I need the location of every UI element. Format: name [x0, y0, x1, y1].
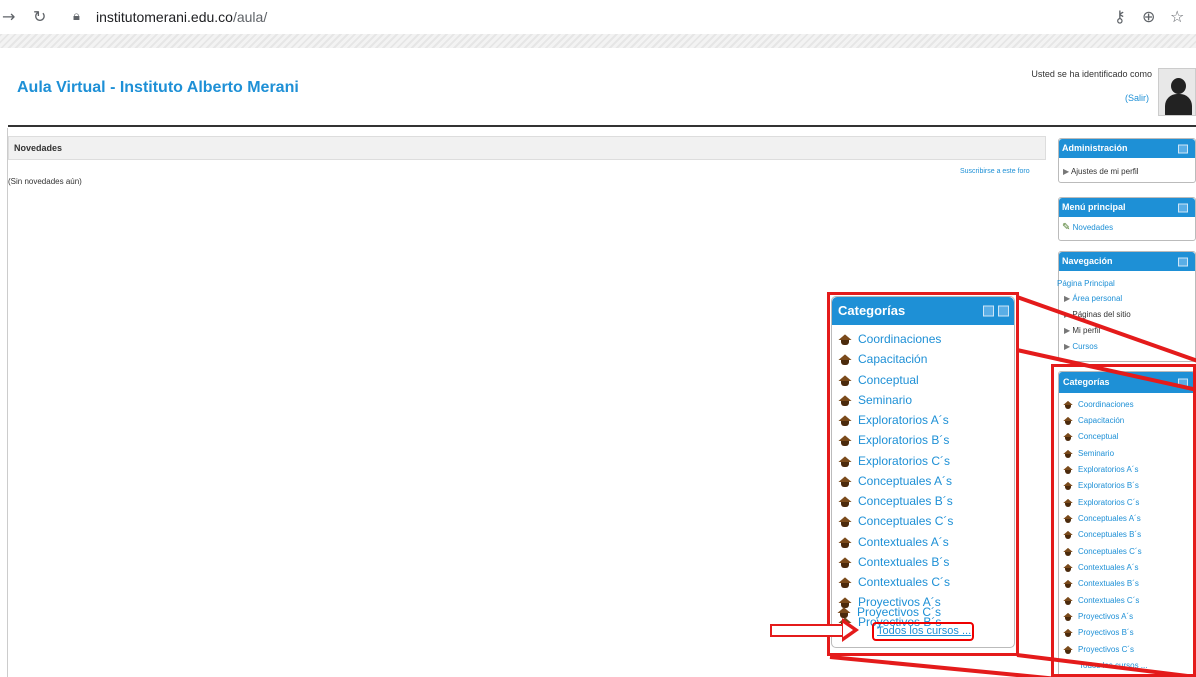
main-menu-title: Menú principal	[1062, 202, 1126, 212]
url-domain: institutomerani.edu.co	[96, 9, 233, 25]
header-stripe	[0, 34, 1196, 48]
browser-toolbar: → ↻ 🔒︎ institutomerani.edu.co/aula/ ⚷ ⊕ …	[0, 0, 1196, 34]
header-divider	[8, 125, 1196, 127]
forum-icon: ✎	[1062, 222, 1071, 233]
back-arrow-icon[interactable]: →	[2, 8, 15, 26]
annotation-connector-line	[829, 655, 1055, 677]
navigation-title: Navegación	[1062, 256, 1113, 266]
collapse-icon[interactable]	[1178, 144, 1188, 153]
site-title[interactable]: Aula Virtual - Instituto Alberto Merani	[17, 79, 299, 97]
main-menu-header: Menú principal	[1059, 198, 1195, 217]
collapse-icon[interactable]	[1178, 257, 1188, 266]
navigation-header: Navegación	[1059, 252, 1195, 271]
page: → ↻ 🔒︎ institutomerani.edu.co/aula/ ⚷ ⊕ …	[0, 0, 1196, 677]
menu-item-news[interactable]: ✎ Novedades	[1062, 222, 1113, 233]
avatar-head-icon	[1171, 78, 1186, 94]
annotation-highlight-box	[1051, 364, 1196, 677]
navigation-block: Navegación Página Principal ▶ Área perso…	[1057, 251, 1196, 362]
annotation-highlight-box	[827, 292, 1019, 656]
collapse-icon[interactable]	[1178, 203, 1188, 212]
admin-block-title: Administración	[1062, 143, 1128, 153]
nav-item-courses[interactable]: ▶ Cursos	[1064, 342, 1098, 351]
main-menu-block: Menú principal ✎ Novedades	[1058, 197, 1196, 241]
address-bar[interactable]: institutomerani.edu.co/aula/	[96, 9, 267, 25]
star-icon[interactable]: ☆	[1170, 8, 1184, 26]
logout-link[interactable]: (Salir)	[1125, 93, 1149, 103]
no-news-text: (Sin novedades aún)	[8, 177, 82, 186]
nav-item-dashboard[interactable]: ▶ Área personal	[1064, 294, 1122, 303]
expand-triangle-icon: ▶	[1064, 326, 1071, 335]
admin-item-profile-settings[interactable]: ▶ Ajustes de mi perfil	[1063, 167, 1139, 176]
admin-block: Administración ▶ Ajustes de mi perfil	[1058, 138, 1196, 183]
subscribe-link[interactable]: Suscribirse a este foro	[960, 168, 1030, 175]
news-title: Novedades	[14, 143, 63, 153]
avatar[interactable]	[1158, 68, 1196, 116]
expand-triangle-icon: ▶	[1064, 294, 1071, 303]
zoom-icon[interactable]: ⊕	[1142, 8, 1155, 26]
annotation-arrow-icon	[770, 624, 844, 637]
news-header: Novedades	[8, 136, 1046, 160]
lock-icon[interactable]: 🔒︎	[73, 8, 80, 26]
expand-triangle-icon: ▶	[1064, 342, 1071, 351]
url-path: /aula/	[232, 9, 268, 25]
key-icon[interactable]: ⚷	[1114, 8, 1126, 26]
reload-icon[interactable]: ↻	[33, 8, 46, 26]
admin-block-header: Administración	[1059, 139, 1195, 158]
nav-item-home[interactable]: Página Principal	[1057, 279, 1115, 288]
login-info: Usted se ha identificado como	[1031, 69, 1152, 79]
annotation-arrow-head-inner	[843, 623, 853, 637]
nav-item-my-profile[interactable]: ▶ Mi perfil	[1064, 326, 1100, 335]
expand-triangle-icon: ▶	[1063, 167, 1070, 176]
avatar-body-icon	[1165, 94, 1192, 115]
left-divider	[7, 128, 8, 677]
